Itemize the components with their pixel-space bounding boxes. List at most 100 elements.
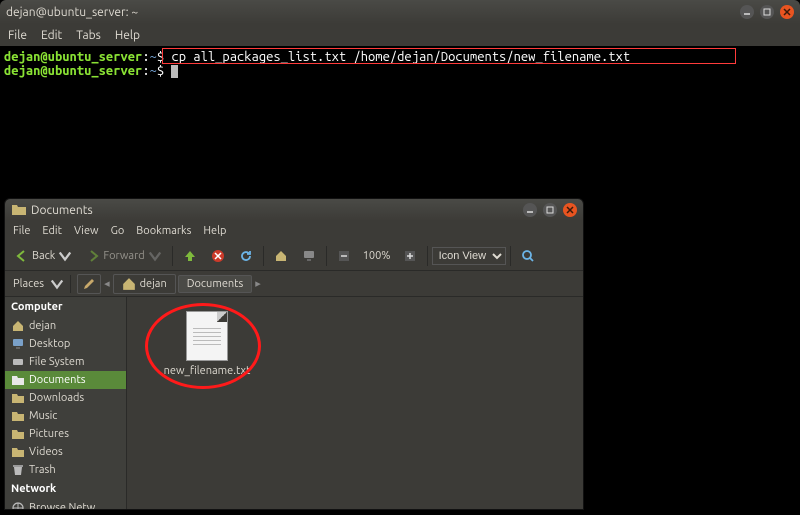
prompt-path: ~: [150, 50, 157, 64]
forward-button[interactable]: Forward: [80, 246, 167, 266]
terminal-menubar: File Edit Tabs Help: [0, 24, 800, 46]
sidebar-item-browse-network[interactable]: Browse Netw…: [5, 499, 126, 510]
sidebar-item-music[interactable]: Music: [5, 407, 126, 425]
fm-menu-go[interactable]: Go: [111, 225, 125, 237]
sidebar-item-downloads[interactable]: Downloads: [5, 389, 126, 407]
drive-icon: [11, 355, 25, 369]
sidebar-item-pictures[interactable]: Pictures: [5, 425, 126, 443]
fm-menu-help[interactable]: Help: [203, 225, 226, 237]
up-button[interactable]: [177, 246, 203, 266]
arrow-left-icon: [15, 249, 29, 263]
fm-titlebar: Documents: [5, 199, 583, 221]
network-icon: [11, 501, 25, 510]
fm-maximize-button[interactable]: [543, 203, 557, 217]
toolbar-separator: [172, 246, 173, 266]
sidebar-item-dejan[interactable]: dejan: [5, 317, 126, 335]
text-file-icon: [186, 311, 228, 361]
crumb-separator: ◂: [103, 277, 111, 290]
zoom-in-icon: [403, 249, 417, 263]
zoom-in-button[interactable]: [397, 246, 423, 266]
home-icon: [274, 249, 288, 263]
back-button[interactable]: Back: [9, 246, 78, 266]
terminal-titlebar: dejan@ubuntu_server: ~: [0, 0, 800, 24]
file-label: new_filename.txt: [157, 365, 257, 377]
pencil-icon: [82, 277, 96, 291]
fm-sidebar: Computer dejan Desktop File System Docum…: [5, 297, 127, 510]
toolbar-separator: [263, 246, 264, 266]
terminal-line-2: dejan@ubuntu_server:~$: [4, 64, 796, 78]
computer-icon: [302, 249, 316, 263]
menu-edit[interactable]: Edit: [41, 29, 62, 42]
arrow-right-icon: [86, 249, 100, 263]
places-label: Places: [9, 278, 48, 290]
toolbar-separator: [427, 246, 428, 266]
fm-menubar: File Edit View Go Bookmarks Help: [5, 221, 583, 241]
fm-menu-bookmarks[interactable]: Bookmarks: [136, 225, 191, 237]
chevron-down-icon: [148, 249, 162, 263]
stop-button[interactable]: [205, 246, 231, 266]
fm-menu-file[interactable]: File: [13, 225, 30, 237]
breadcrumb-dejan[interactable]: dejan: [113, 274, 176, 294]
minimize-button[interactable]: [740, 5, 754, 19]
reload-button[interactable]: [233, 246, 259, 266]
sidebar-item-desktop[interactable]: Desktop: [5, 335, 126, 353]
sidebar-header-network: Network: [5, 479, 126, 499]
fm-minimize-button[interactable]: [523, 203, 537, 217]
view-mode-select[interactable]: Icon View: [432, 247, 506, 265]
zoom-out-button[interactable]: [331, 246, 357, 266]
file-manager-window: Documents File Edit View Go Bookmarks He…: [4, 198, 584, 510]
cursor: [171, 65, 178, 78]
toolbar-separator: [326, 246, 327, 266]
fm-menu-edit[interactable]: Edit: [42, 225, 62, 237]
zoom-out-icon: [337, 249, 351, 263]
command-text: cp all_packages_list.txt /home/dejan/Doc…: [171, 50, 630, 64]
close-button[interactable]: [780, 5, 794, 19]
fm-content-area[interactable]: new_filename.txt: [127, 297, 583, 510]
search-button[interactable]: [515, 246, 541, 266]
sidebar-item-filesystem[interactable]: File System: [5, 353, 126, 371]
reload-icon: [239, 249, 253, 263]
toolbar-separator: [510, 246, 511, 266]
sidebar-header-computer: Computer: [5, 297, 126, 317]
search-icon: [521, 249, 535, 263]
sidebar-item-trash[interactable]: Trash: [5, 461, 126, 479]
chevron-down-icon[interactable]: [50, 277, 64, 291]
stop-icon: [211, 249, 225, 263]
home-icon: [11, 319, 25, 333]
menu-help[interactable]: Help: [115, 29, 140, 42]
fm-close-button[interactable]: [563, 203, 577, 217]
folder-icon: [11, 427, 25, 441]
folder-icon: [11, 202, 27, 218]
folder-icon: [11, 391, 25, 405]
fm-window-buttons: [523, 203, 577, 217]
terminal-title: dejan@ubuntu_server: ~: [6, 6, 740, 19]
trash-icon: [11, 463, 25, 477]
sidebar-item-documents[interactable]: Documents: [5, 371, 126, 389]
location-separator: [70, 275, 71, 293]
menu-file[interactable]: File: [8, 29, 27, 42]
fm-menu-view[interactable]: View: [74, 225, 99, 237]
folder-icon: [11, 373, 25, 387]
home-button[interactable]: [268, 246, 294, 266]
fm-title: Documents: [31, 204, 523, 217]
terminal-line-1: dejan@ubuntu_server:~$ cp all_packages_l…: [4, 50, 796, 64]
menu-tabs[interactable]: Tabs: [76, 29, 101, 42]
prompt-user: dejan@ubuntu_server: [4, 50, 142, 64]
window-buttons: [740, 5, 794, 19]
fm-toolbar: Back Forward 100% Icon View: [5, 241, 583, 271]
fm-locationbar: Places ◂ dejan Documents ▸: [5, 271, 583, 297]
crumb-separator: ▸: [254, 277, 262, 290]
maximize-button[interactable]: [760, 5, 774, 19]
computer-button[interactable]: [296, 246, 322, 266]
folder-icon: [11, 445, 25, 459]
folder-icon: [11, 409, 25, 423]
home-icon: [122, 277, 136, 291]
desktop-icon: [11, 337, 25, 351]
chevron-down-icon: [58, 249, 72, 263]
fm-body: Computer dejan Desktop File System Docum…: [5, 297, 583, 510]
breadcrumb-documents[interactable]: Documents: [178, 275, 253, 293]
file-item[interactable]: new_filename.txt: [157, 311, 257, 377]
location-edit-button[interactable]: [77, 274, 101, 294]
zoom-level: 100%: [359, 250, 395, 262]
sidebar-item-videos[interactable]: Videos: [5, 443, 126, 461]
